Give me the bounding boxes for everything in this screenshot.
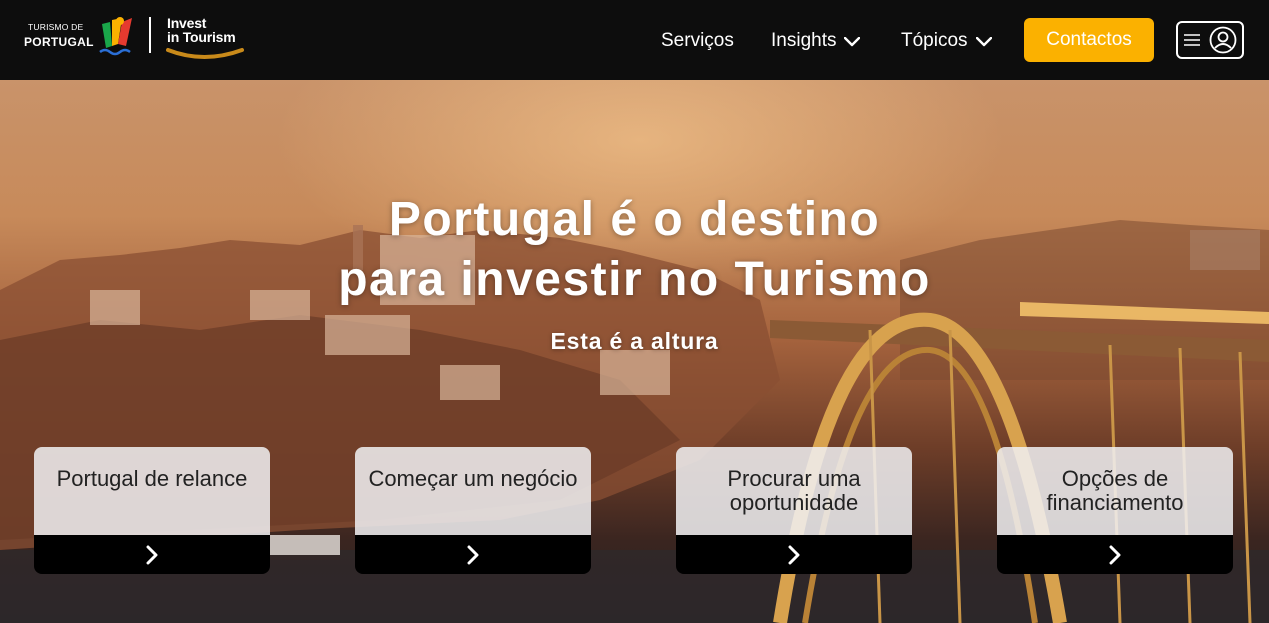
chevron-down-icon — [975, 36, 992, 46]
nav-insights[interactable]: Insights — [771, 30, 861, 52]
nav-insights-label: Insights — [771, 30, 837, 51]
menu-account-button[interactable] — [1176, 21, 1244, 59]
chevron-right-icon — [467, 545, 479, 564]
logo-swoosh-icon — [166, 48, 244, 59]
portugal-emblem-icon — [99, 17, 132, 56]
chevron-right-icon — [146, 545, 158, 564]
hero-title-line2: para investir no Turismo — [338, 253, 931, 306]
chevron-right-icon — [788, 545, 800, 564]
nav-servicos[interactable]: Serviços — [661, 30, 734, 52]
chevron-down-icon — [844, 36, 861, 46]
card-label: Portugal de relance — [56, 466, 248, 491]
card-body: Procurar uma oportunidade — [676, 447, 912, 535]
contactos-label: Contactos — [1046, 29, 1132, 50]
hamburger-icon — [1183, 34, 1200, 46]
nav-servicos-label: Serviços — [661, 30, 734, 51]
turismo-de-portugal-logo[interactable]: TURISMO DE PORTUGAL — [24, 16, 140, 60]
contactos-button[interactable]: Contactos — [1024, 18, 1154, 62]
logo-iit-line2: in Tourism — [167, 29, 236, 45]
invest-in-tourism-logo[interactable]: Invest in Tourism — [166, 14, 246, 64]
card-body: Começar um negócio — [355, 447, 591, 535]
card-footer[interactable] — [355, 535, 591, 574]
hero-subtitle: Esta é a altura — [550, 328, 719, 354]
card-label: Começar um negócio — [368, 466, 578, 491]
nav-topicos-label: Tópicos — [901, 30, 968, 51]
card-body: Opções de financiamento — [997, 447, 1233, 535]
card-footer[interactable] — [34, 535, 270, 574]
card-opcoes-de-financiamento[interactable]: Opções de financiamento — [997, 447, 1233, 574]
chevron-right-icon — [1109, 545, 1121, 564]
logo-separator — [149, 17, 151, 53]
site-header: TURISMO DE PORTUGAL Invest in Tourism Se… — [0, 0, 1269, 80]
hero-section: Portugal é o destino para investir no Tu… — [0, 80, 1269, 623]
hero-title-line1: Portugal é o destino — [388, 193, 881, 246]
card-footer[interactable] — [676, 535, 912, 574]
card-body: Portugal de relance — [34, 447, 270, 535]
user-icon — [1209, 26, 1236, 54]
card-footer[interactable] — [997, 535, 1233, 574]
card-procurar-uma-oportunidade[interactable]: Procurar uma oportunidade — [676, 447, 912, 574]
logo-tp-line2: PORTUGAL — [24, 35, 94, 49]
nav-topicos[interactable]: Tópicos — [901, 30, 992, 52]
card-label: Procurar uma oportunidade — [727, 466, 861, 515]
card-label: Opções de financiamento — [1046, 466, 1184, 515]
card-portugal-de-relance[interactable]: Portugal de relance — [34, 447, 270, 574]
card-comecar-um-negocio[interactable]: Começar um negócio — [355, 447, 591, 574]
hero-title: Portugal é o destino para investir no Tu… — [0, 190, 1269, 310]
logo-tp-line1: TURISMO DE — [28, 22, 84, 32]
